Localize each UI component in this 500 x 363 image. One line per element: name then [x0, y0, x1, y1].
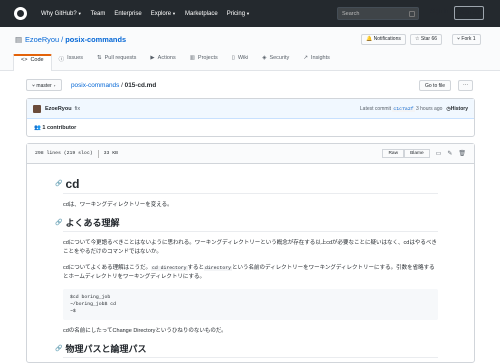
paragraph: cdについて今更語るべきことはないように思われる。ワーキングディレクトリーという…: [63, 240, 437, 255]
heading-common-understanding: 🔗 よくある理解: [55, 217, 438, 232]
paragraph: cdは、ワーキングディレクトリーを変える。: [63, 202, 173, 208]
sign-up-button[interactable]: Sign up: [454, 6, 485, 20]
code-block: $cd boring_job ~/boring_job$ cd ~$: [63, 289, 438, 320]
avatar[interactable]: [33, 104, 41, 113]
repo-name-link[interactable]: posix-commands: [65, 35, 126, 44]
notifications-button[interactable]: 🔔 Notifications: [361, 34, 406, 45]
file-header: 298 lines (219 sloc) 33 KB Raw Blame ▭ ✎…: [27, 144, 474, 164]
search-input[interactable]: Search: [337, 7, 419, 20]
repo-icon: ▤: [15, 35, 22, 44]
heading-cd: 🔗 cd: [55, 170, 438, 194]
tab-wiki[interactable]: ▯ Wiki: [225, 54, 255, 71]
slash-key-icon: [409, 11, 415, 17]
pencil-icon[interactable]: ✎: [447, 150, 452, 157]
breadcrumb-repo-link[interactable]: posix-commands: [71, 82, 119, 89]
repo-title: ▤ EzoeRyou / posix-commands: [15, 35, 127, 44]
file-box: 298 lines (219 sloc) 33 KB Raw Blame ▭ ✎…: [26, 143, 475, 363]
trash-icon[interactable]: 🗑: [458, 150, 466, 157]
bell-icon: 🔔: [366, 36, 373, 42]
raw-button[interactable]: Raw: [382, 149, 405, 158]
tab-projects[interactable]: ▥ Projects: [183, 54, 225, 71]
star-icon: ☆: [415, 36, 420, 42]
book-icon: ▯: [231, 55, 235, 61]
tab-code[interactable]: <> Code: [13, 54, 52, 71]
tab-issues[interactable]: ⓘ Issues: [52, 54, 90, 71]
nav-explore[interactable]: Explore▼: [151, 11, 176, 17]
markdown-body: 🔗 cd cdは、ワーキングディレクトリーを変える。 🔗 よくある理解 cdについて…: [27, 164, 474, 358]
issue-icon: ⓘ: [58, 57, 65, 63]
tab-insights[interactable]: ↗ Insights: [296, 54, 337, 71]
breadcrumb-file: 015-cd.md: [124, 82, 157, 89]
commit-author[interactable]: EzoeRyou: [45, 106, 72, 112]
chevron-down-icon: ▾: [53, 83, 57, 89]
repo-header: ▤ EzoeRyou / posix-commands 🔔 Notificatio…: [0, 27, 500, 71]
file-actions: Raw Blame: [382, 149, 430, 158]
nav-team[interactable]: Team: [91, 11, 106, 17]
nav-why-github[interactable]: Why GitHub?▼: [41, 11, 82, 17]
nav-marketplace[interactable]: Marketplace: [185, 11, 218, 17]
people-icon: 👥: [34, 125, 41, 131]
branch-icon: ⑂: [32, 83, 36, 89]
latest-commit-info: Latest commit c1c7a2f 3 hours ago: [359, 105, 443, 112]
repo-tabs: <> Code ⓘ Issues ⇅ Pull requests ▶ Actions ▥…: [13, 54, 337, 71]
divider: [97, 149, 99, 158]
contributors-count[interactable]: 👥 1 contributor: [27, 119, 474, 137]
play-icon: ▶: [150, 55, 155, 61]
paragraph: cdの名前にしたってChange Directoryというひねりのないものだ。: [63, 328, 227, 334]
top-bar: Why GitHub?▼ Team Enterprise Explore▼ Ma…: [0, 0, 500, 27]
chevron-down-icon: ▼: [77, 10, 82, 16]
star-button[interactable]: ☆ Star 66: [410, 34, 442, 45]
graph-icon: ↗: [303, 55, 308, 61]
tab-pull-requests[interactable]: ⇅ Pull requests: [90, 54, 143, 71]
breadcrumb: posix-commands / 015-cd.md: [71, 82, 157, 89]
shield-icon: ◈: [262, 55, 267, 61]
commit-box: EzoeRyou fix Latest commit c1c7a2f 3 hou…: [26, 98, 475, 137]
file-size: 33 KB: [103, 151, 118, 156]
anchor-link-icon[interactable]: 🔗: [55, 345, 62, 354]
repo-owner-link[interactable]: EzoeRyou: [25, 35, 59, 44]
chevron-down-icon: ▼: [246, 10, 250, 16]
tab-security[interactable]: ◈ Security: [255, 54, 296, 71]
github-logo-icon[interactable]: [14, 7, 27, 20]
top-nav: Why GitHub?▼ Team Enterprise Explore▼ Ma…: [41, 11, 250, 17]
paragraph: cdについてよくある理解はこうだ。cd directoryするとdirector…: [63, 265, 435, 280]
nav-enterprise[interactable]: Enterprise: [114, 11, 141, 17]
pull-request-icon: ⇅: [97, 55, 102, 61]
anchor-link-icon[interactable]: 🔗: [55, 219, 62, 228]
tab-actions[interactable]: ▶ Actions: [143, 54, 182, 71]
go-to-file-button[interactable]: Go to file: [419, 80, 452, 91]
anchor-link-icon[interactable]: 🔗: [55, 180, 62, 189]
sign-in-link[interactable]: Sign in: [430, 9, 448, 15]
fork-icon: ⑂: [457, 36, 461, 42]
heading-physical-logical-path: 🔗 物理パスと論理パス: [55, 343, 438, 358]
chevron-down-icon: ▼: [172, 10, 176, 16]
project-icon: ▥: [189, 55, 195, 61]
nav-pricing[interactable]: Pricing▼: [227, 11, 250, 17]
commit-message[interactable]: fix: [75, 106, 81, 112]
fork-button[interactable]: ⑂ Fork 1: [452, 34, 481, 45]
file-lines: 298 lines (219 sloc): [35, 151, 93, 156]
latest-commit-row: EzoeRyou fix Latest commit c1c7a2f 3 hou…: [27, 99, 474, 119]
code-icon: <>: [21, 57, 28, 63]
blame-button[interactable]: Blame: [404, 149, 430, 158]
commit-sha[interactable]: c1c7a2f: [392, 106, 415, 112]
history-link[interactable]: ◷History: [446, 106, 468, 112]
branch-select[interactable]: ⑂ master ▾: [26, 79, 63, 91]
desktop-icon[interactable]: ▭: [436, 150, 442, 157]
more-options-button[interactable]: ···: [458, 80, 473, 91]
